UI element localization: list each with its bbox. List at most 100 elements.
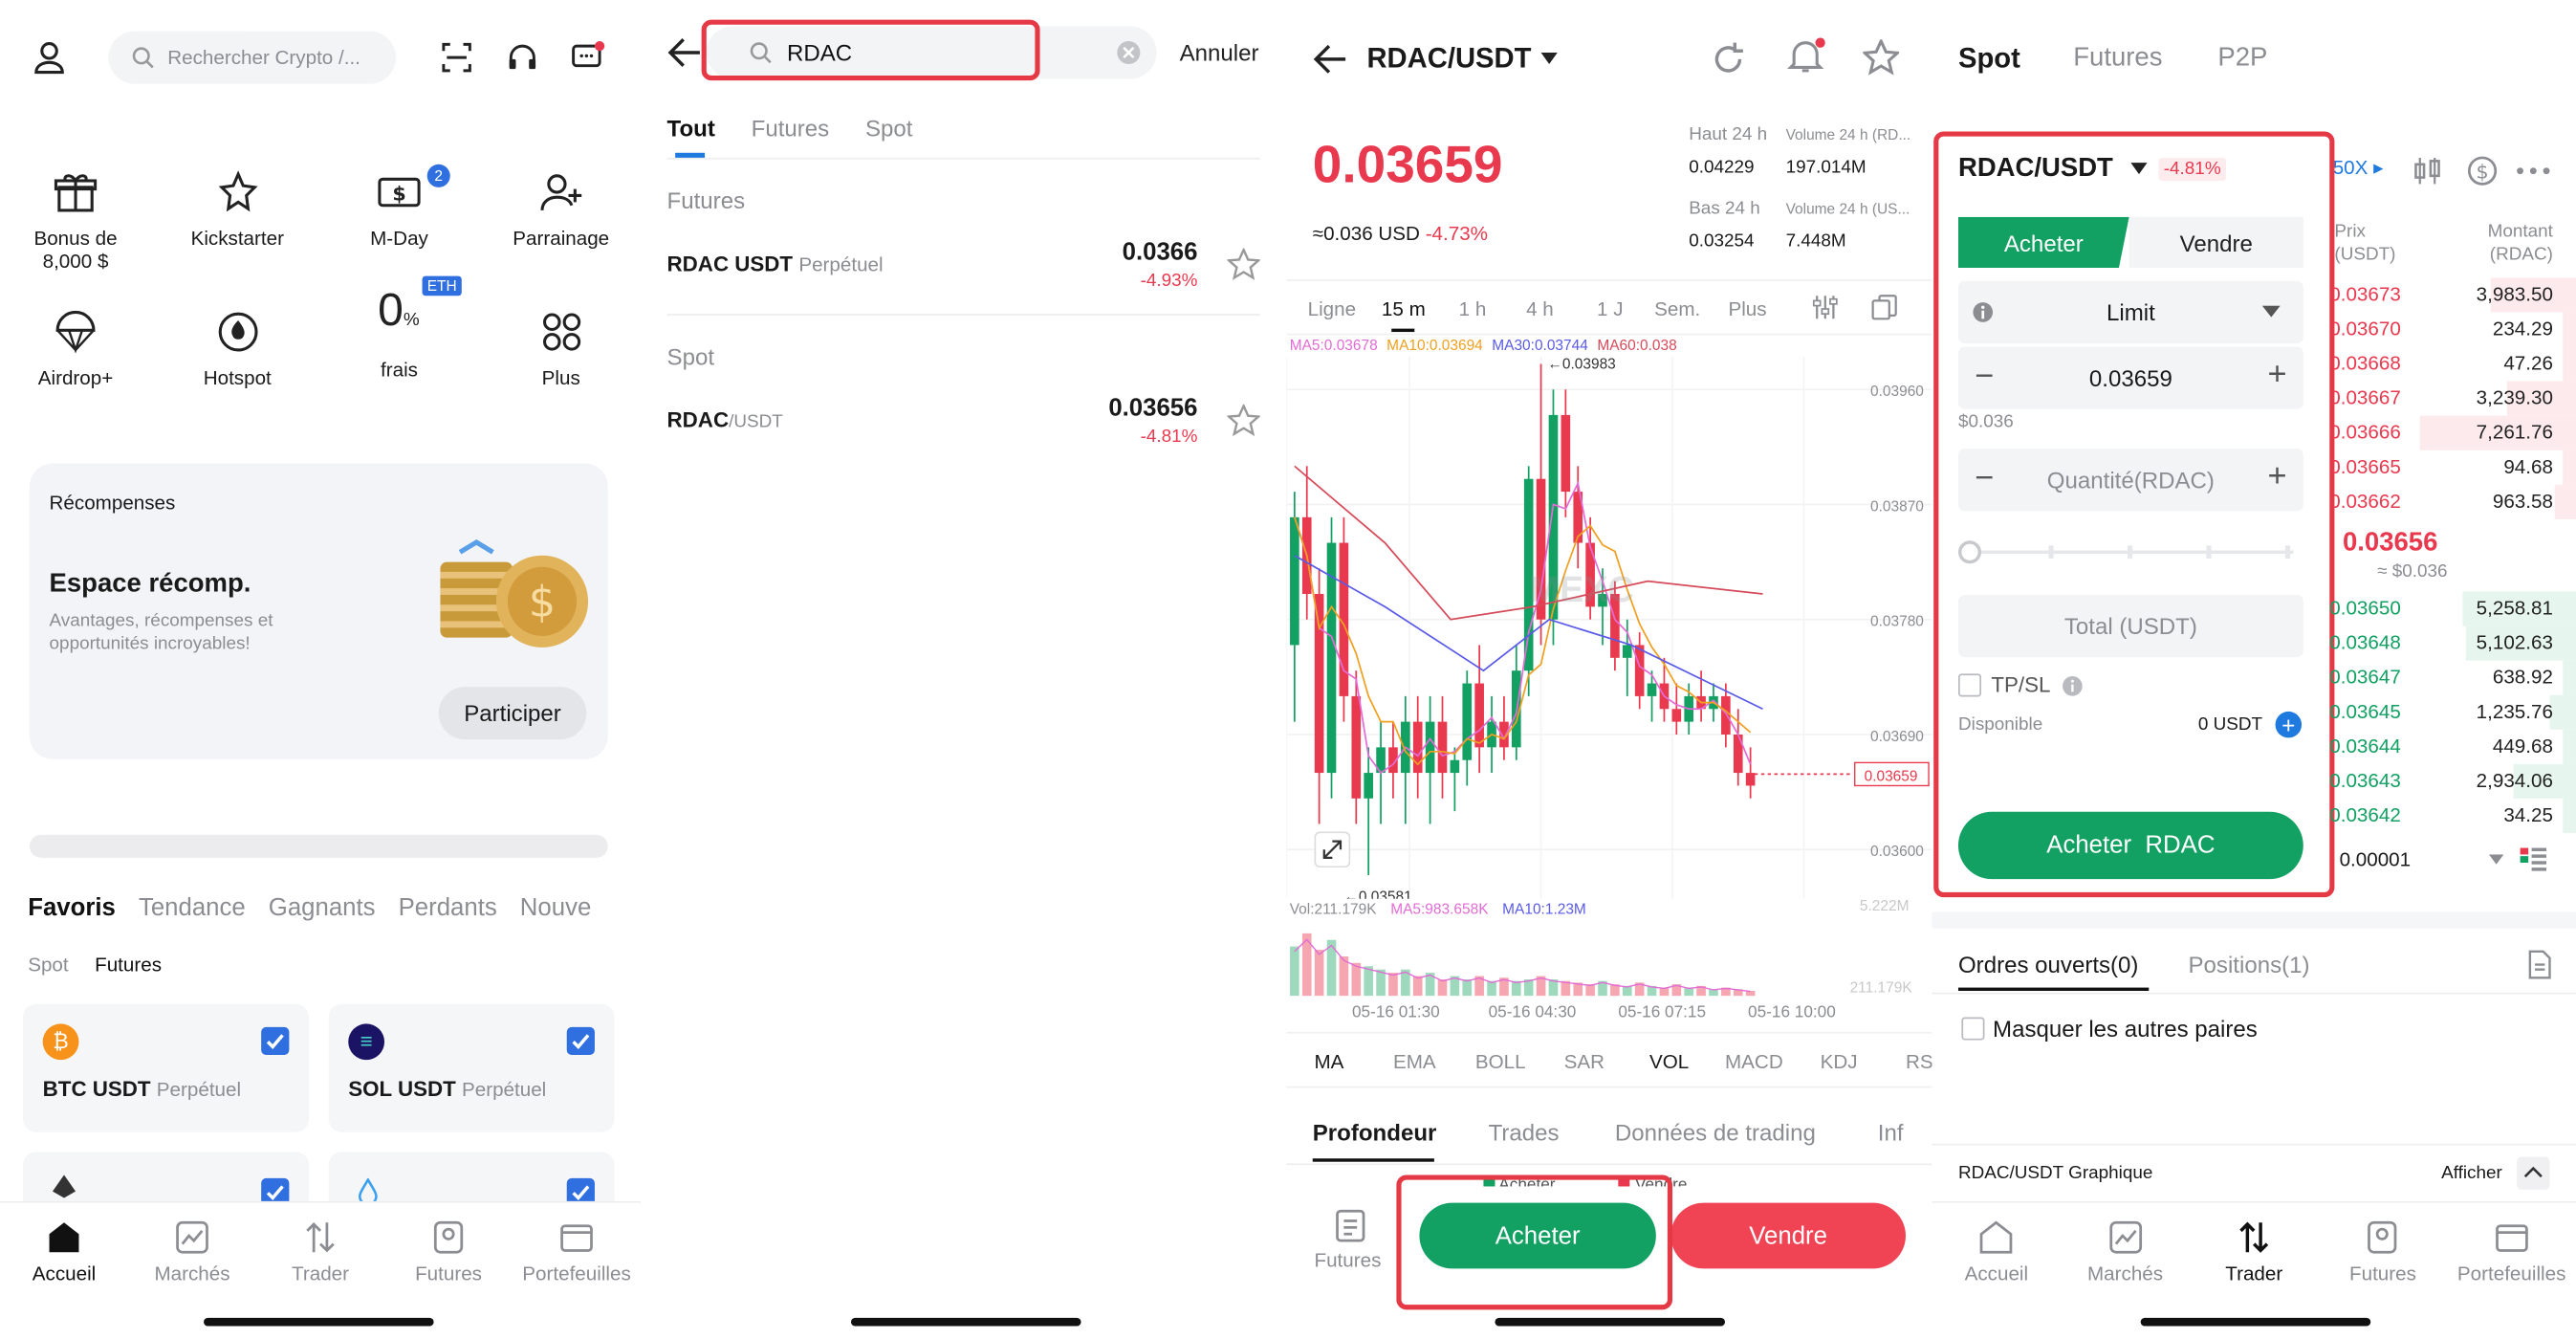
tab-nouveau[interactable]: Nouve (520, 894, 591, 922)
interval-1d[interactable]: 1 J (1597, 297, 1624, 320)
favorite-card-sol[interactable]: ≡ SOL USDT Perpétuel (328, 1003, 615, 1132)
tab-spot[interactable]: Spot (865, 115, 913, 141)
hide-pairs-checkbox[interactable] (1961, 1017, 1985, 1041)
indicator-boll[interactable]: BOLL (1475, 1050, 1526, 1073)
cancel-button[interactable]: Annuler (1180, 39, 1259, 65)
tab-tout[interactable]: Tout (667, 115, 715, 141)
tab-spot[interactable]: Spot (1958, 43, 2020, 76)
indicator-macd[interactable]: MACD (1725, 1050, 1783, 1073)
orderbook-row[interactable]: 0.03644 449.68 (2326, 729, 2576, 764)
scan-icon[interactable] (440, 41, 472, 74)
orderbook-row[interactable]: 0.03647 638.92 (2326, 660, 2576, 695)
tab-info[interactable]: Inf (1878, 1119, 1904, 1145)
pair-title[interactable]: RDAC/USDT (1366, 43, 1531, 76)
quantity-input[interactable]: − Quantité(RDAC) + (1957, 449, 2303, 512)
checkbox-checked[interactable] (261, 1026, 290, 1056)
tab-favoris[interactable]: Favoris (28, 894, 116, 922)
plus-icon[interactable]: + (2268, 458, 2287, 496)
orderbook-row[interactable]: 0.03650 5,258.81 (2326, 591, 2576, 626)
indicator-vol[interactable]: VOL (1649, 1050, 1689, 1073)
subtab-spot[interactable]: Spot (28, 953, 68, 976)
expand-chevron-icon[interactable] (2517, 1156, 2550, 1190)
orderbook-row[interactable]: 0.03666 7,261.76 (2326, 415, 2576, 450)
tab-perdants[interactable]: Perdants (399, 894, 497, 922)
refresh-icon[interactable] (1711, 41, 1747, 77)
shortcut-flame[interactable]: Hotspot (164, 297, 312, 428)
precision-select[interactable]: 0.00001 (2333, 843, 2511, 875)
orderbook-row[interactable]: 0.03643 2,934.06 (2326, 763, 2576, 799)
result-row-spot[interactable]: RDAC/USDT 0.03656 -4.81% (667, 386, 1260, 465)
tab-futures[interactable]: Futures (2073, 44, 2162, 74)
orderbook-row[interactable]: 0.03642 34.25 (2326, 798, 2576, 834)
clear-input-icon[interactable] (1116, 39, 1142, 65)
price-input[interactable]: − 0.03659 + (1957, 346, 2303, 409)
tpsl-checkbox[interactable] (1957, 673, 1982, 697)
order-history-icon[interactable] (2526, 950, 2552, 979)
shortcut-gift[interactable]: Bonus de 8,000 $ (2, 158, 150, 289)
caret-down-icon[interactable] (1539, 51, 1560, 67)
participate-button[interactable]: Participer (438, 687, 587, 740)
checkbox-checked[interactable] (566, 1026, 595, 1056)
search-input[interactable]: RDAC (787, 39, 852, 65)
minus-icon[interactable]: − (1975, 460, 1994, 498)
more-dots-icon[interactable] (2515, 165, 2551, 178)
back-arrow-icon[interactable] (1313, 43, 1349, 76)
shortcut-grid[interactable]: Plus (487, 297, 635, 428)
orderbook-row[interactable]: 0.03665 94.68 (2326, 450, 2576, 485)
leverage-badge[interactable]: 50X ▸ (2333, 156, 2384, 179)
slider-handle[interactable] (1957, 540, 1982, 564)
shortcut-add-user[interactable]: Parrainage (487, 158, 635, 289)
bell-icon[interactable] (1786, 36, 1825, 76)
buy-rdac-button[interactable]: Acheter RDAC (1957, 811, 2303, 880)
minus-icon[interactable]: − (1975, 359, 1994, 397)
subtab-futures[interactable]: Futures (95, 953, 162, 976)
indicator-ma[interactable]: MA (1314, 1050, 1343, 1073)
tab-trades[interactable]: Trades (1489, 1119, 1560, 1145)
interval-week[interactable]: Sem. (1654, 297, 1700, 320)
interval-15m[interactable]: 15 m (1382, 297, 1426, 320)
sell-button[interactable]: Vendre (1670, 1202, 1906, 1269)
candle-chart-icon[interactable] (2412, 155, 2444, 187)
orderbook-row[interactable]: 0.03645 1,235.76 (2326, 694, 2576, 730)
order-type-select[interactable]: Limit (1957, 280, 2303, 344)
shortcut-ticket[interactable]: $2 M-Day (325, 158, 473, 289)
tab-gagnants[interactable]: Gagnants (269, 894, 376, 922)
settings-sliders-icon[interactable] (1812, 295, 1838, 320)
indicator-sar[interactable]: SAR (1564, 1050, 1605, 1073)
nav-accueil[interactable]: Accueil (1932, 1203, 2061, 1339)
result-row-futures[interactable]: RDAC USDT Perpétuel 0.0366 -4.93% (667, 230, 1260, 309)
buy-tab[interactable]: Acheter (1957, 216, 2129, 269)
indicator-rsi[interactable]: RSI (1906, 1050, 1932, 1073)
info-icon[interactable] (1972, 300, 1995, 323)
tab-tendance[interactable]: Tendance (139, 894, 246, 922)
interval-line[interactable]: Ligne (1308, 297, 1356, 320)
futures-icon[interactable] (1332, 1208, 1368, 1244)
tab-futures[interactable]: Futures (752, 115, 830, 141)
favorite-card-btc[interactable]: ₿ BTC USDT Perpétuel (23, 1003, 310, 1132)
back-arrow-icon[interactable] (667, 36, 704, 69)
copy-icon[interactable] (1871, 295, 1897, 320)
search-bar[interactable]: Rechercher Crypto /... (108, 31, 397, 84)
orderbook-row[interactable]: 0.03667 3,239.30 (2326, 381, 2576, 416)
buy-button[interactable]: Acheter (1419, 1202, 1656, 1269)
indicator-ema[interactable]: EMA (1393, 1050, 1436, 1073)
shortcut-airdrop[interactable]: Airdrop+ (2, 297, 150, 428)
interval-more[interactable]: Plus (1728, 297, 1766, 320)
interval-1h[interactable]: 1 h (1459, 297, 1487, 320)
messages-icon[interactable] (570, 39, 606, 76)
orderbook-row[interactable]: 0.03673 3,983.50 (2326, 277, 2576, 313)
profile-icon[interactable] (32, 39, 68, 76)
show-chart-button[interactable]: Afficher (2441, 1163, 2502, 1183)
tab-trading-data[interactable]: Données de trading (1615, 1119, 1816, 1145)
indicator-kdj[interactable]: KDJ (1821, 1050, 1858, 1073)
star-icon[interactable] (1863, 39, 1900, 76)
tab-positions[interactable]: Positions(1) (2189, 952, 2310, 977)
add-funds-icon[interactable]: + (2275, 711, 2303, 738)
info-icon[interactable] (2062, 675, 2083, 696)
tab-open-orders[interactable]: Ordres ouverts(0) (1958, 952, 2138, 977)
headset-icon[interactable] (506, 41, 538, 74)
orderbook-row[interactable]: 0.03670 234.29 (2326, 312, 2576, 347)
amount-slider[interactable] (1957, 539, 2303, 565)
expand-icon[interactable] (1314, 831, 1351, 868)
tab-profondeur[interactable]: Profondeur (1313, 1119, 1437, 1145)
